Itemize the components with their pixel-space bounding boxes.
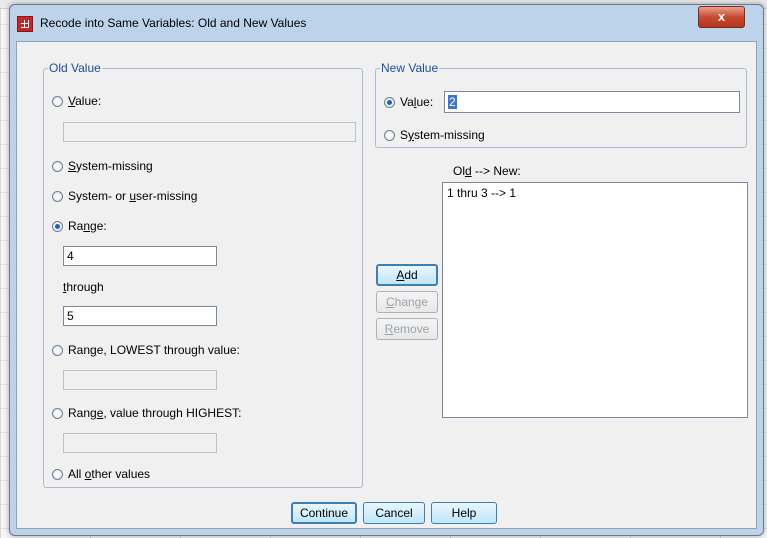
cancel-button[interactable]: Cancel: [363, 502, 425, 524]
all-other-values-radio[interactable]: All other values: [52, 467, 150, 481]
range-lowest-radio[interactable]: Range, LOWEST through value:: [52, 343, 240, 357]
range-radio[interactable]: Range:: [52, 219, 107, 233]
title-bar[interactable]: Recode into Same Variables: Old and New …: [10, 5, 763, 41]
list-item[interactable]: 1 thru 3 --> 1: [447, 186, 516, 200]
old-value-radio[interactable]: Value:: [52, 94, 101, 108]
help-button[interactable]: Help: [431, 502, 497, 524]
new-value-input[interactable]: 2: [444, 91, 740, 113]
value-radio-circle[interactable]: [52, 95, 63, 107]
new-system-missing-radio[interactable]: System-missing: [384, 128, 485, 142]
continue-button[interactable]: Continue: [291, 502, 357, 524]
old-system-missing-radio[interactable]: System-missing: [52, 159, 153, 173]
recode-dialog: Recode into Same Variables: Old and New …: [9, 4, 764, 536]
range-to-input[interactable]: [63, 306, 217, 326]
range-highest-input[interactable]: [63, 433, 217, 453]
range-lowest-radio-circle[interactable]: [52, 344, 63, 356]
system-or-user-missing-radio-circle[interactable]: [52, 190, 63, 202]
range-highest-radio[interactable]: Range, value through HIGHEST:: [52, 406, 241, 420]
old-value-legend: Old Value: [49, 61, 101, 75]
change-button[interactable]: Change: [376, 291, 438, 313]
add-button[interactable]: Add: [376, 264, 438, 286]
new-system-missing-radio-circle[interactable]: [384, 129, 395, 141]
old-new-label: Old --> New:: [453, 164, 521, 178]
new-value-radio-circle[interactable]: [384, 96, 395, 108]
range-from-input[interactable]: [63, 246, 217, 266]
remove-button[interactable]: Remove: [376, 318, 438, 340]
through-label: through: [63, 280, 104, 294]
dialog-body: Old Value Value: System-missing System- …: [16, 41, 757, 529]
old-new-list[interactable]: 1 thru 3 --> 1: [442, 182, 748, 418]
new-value-legend: New Value: [381, 61, 439, 75]
window-title: Recode into Same Variables: Old and New …: [40, 16, 307, 30]
all-other-values-radio-circle[interactable]: [52, 468, 63, 480]
close-button[interactable]: x: [698, 6, 745, 28]
system-or-user-missing-radio[interactable]: System- or user-missing: [52, 189, 197, 203]
system-missing-radio-circle[interactable]: [52, 160, 63, 172]
range-highest-radio-circle[interactable]: [52, 407, 63, 419]
range-lowest-input[interactable]: [63, 370, 217, 390]
spss-app-icon: [17, 16, 33, 32]
range-radio-circle[interactable]: [52, 220, 63, 232]
old-value-input[interactable]: [63, 122, 356, 142]
new-value-radio[interactable]: Value:: [384, 95, 433, 109]
